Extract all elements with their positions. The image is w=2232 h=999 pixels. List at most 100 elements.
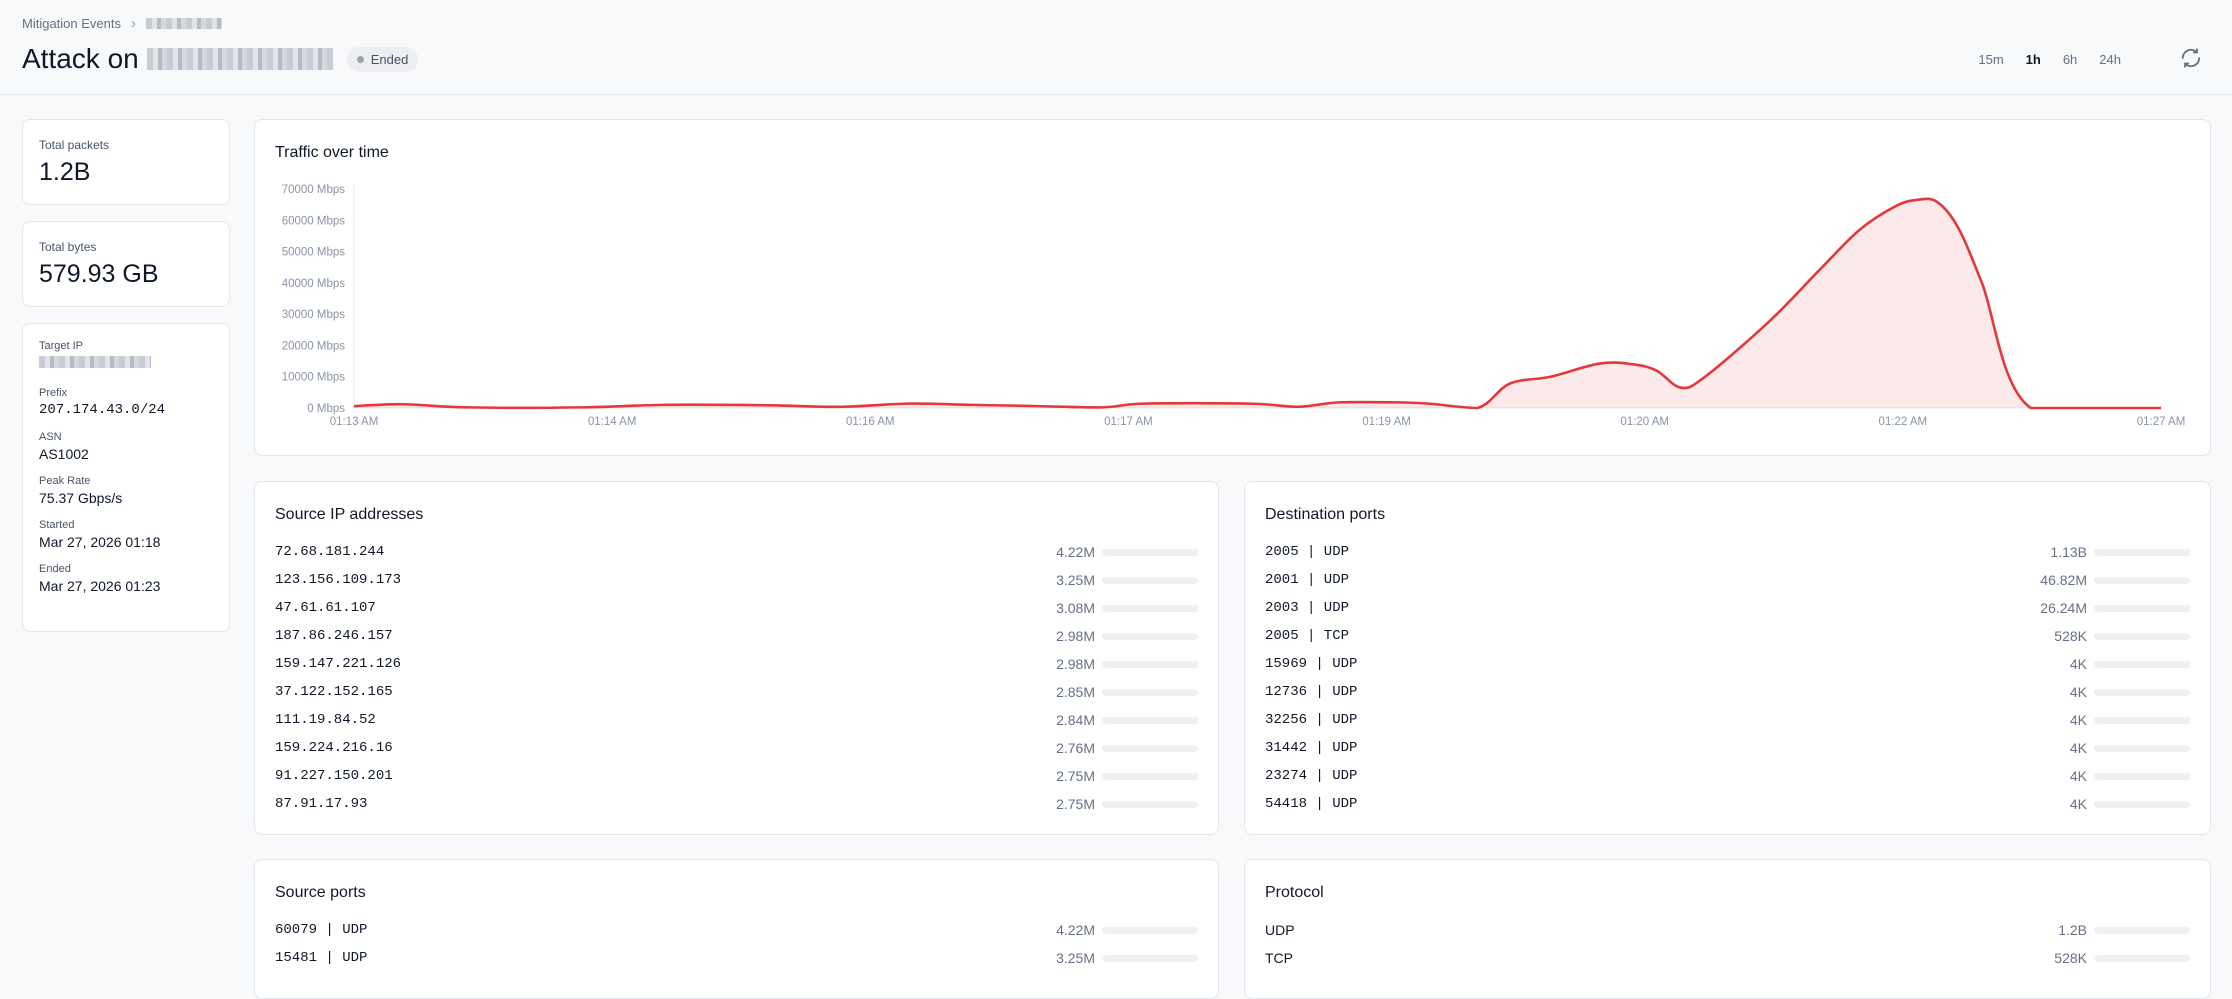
table-row: 60079 | UDP 4.22M: [275, 920, 1198, 940]
row-label: 87.91.17.93: [275, 796, 368, 812]
row-value: 3.25M: [1056, 572, 1095, 588]
row-label: 12736 | UDP: [1265, 684, 1358, 700]
table-row: 187.86.246.157 2.98M: [275, 626, 1198, 646]
table-row: 31442 | UDP 4K: [1265, 738, 2190, 758]
x-tick-label: 01:17 AM: [1104, 416, 1153, 428]
row-bar: [2094, 576, 2190, 584]
row-label: 32256 | UDP: [1265, 712, 1358, 728]
protocol-card: Protocol UDP 1.2B TCP 528K: [1244, 859, 2211, 999]
row-value: 528K: [2054, 628, 2087, 644]
page-title-row: Attack on Ended: [22, 43, 419, 75]
page-title-redacted-ip: [146, 48, 333, 70]
row-value: 2.98M: [1056, 656, 1095, 672]
x-tick-label: 01:22 AM: [1879, 416, 1928, 428]
row-label: 91.227.150.201: [275, 768, 393, 784]
row-bar: [1102, 576, 1198, 584]
row-label: 159.224.216.16: [275, 740, 393, 756]
time-range-24h[interactable]: 24h: [2088, 50, 2132, 69]
y-tick-label: 30000 Mbps: [282, 309, 346, 321]
row-label: 31442 | UDP: [1265, 740, 1358, 756]
prefix-field: Prefix 207.174.43.0/24: [39, 387, 213, 418]
row-value: 1.13B: [2050, 544, 2087, 560]
row-label: 60079 | UDP: [275, 922, 368, 938]
table-row: 2003 | UDP 26.24M: [1265, 598, 2190, 618]
row-value: 4K: [2069, 684, 2087, 700]
row-value: 4.22M: [1056, 544, 1095, 560]
row-label: 2005 | UDP: [1265, 544, 1350, 560]
prefix-value: 207.174.43.0/24: [39, 402, 166, 418]
time-range-1h[interactable]: 1h: [2015, 50, 2052, 69]
peak-rate-label: Peak Rate: [39, 475, 91, 487]
total-packets-label: Total packets: [39, 138, 110, 152]
table-row: 15969 | UDP 4K: [1265, 654, 2190, 674]
row-bar: [1102, 716, 1198, 724]
row-bar: [1102, 744, 1198, 752]
peak-rate-field: Peak Rate 75.37 Gbps/s: [39, 475, 213, 506]
row-bar: [1102, 548, 1198, 556]
prefix-label: Prefix: [39, 387, 68, 399]
traffic-area-fill: [354, 198, 2161, 408]
row-label: 111.19.84.52: [275, 712, 376, 728]
protocol-title: Protocol: [1265, 884, 1324, 901]
row-bar: [2094, 716, 2190, 724]
row-label: UDP: [1265, 922, 1295, 938]
table-row: 54418 | UDP 4K: [1265, 794, 2190, 814]
row-label: 159.147.221.126: [275, 656, 402, 672]
row-value: 4.22M: [1056, 922, 1095, 938]
destination-ports-title: Destination ports: [1265, 506, 1386, 523]
source-ip-title: Source IP addresses: [275, 506, 424, 523]
y-tick-label: 10000 Mbps: [282, 372, 346, 384]
y-tick-label: 60000 Mbps: [282, 215, 346, 227]
peak-rate-value: 75.37 Gbps/s: [39, 490, 123, 506]
table-row: 111.19.84.52 2.84M: [275, 710, 1198, 730]
row-value: 46.82M: [2040, 572, 2087, 588]
ended-field: Ended Mar 27, 2026 01:23: [39, 563, 213, 594]
row-bar: [2094, 772, 2190, 780]
row-bar: [1102, 660, 1198, 668]
refresh-icon[interactable]: [2180, 47, 2202, 69]
asn-field: ASN AS1002: [39, 431, 213, 462]
table-row: 87.91.17.93 2.75M: [275, 794, 1198, 814]
x-tick-label: 01:20 AM: [1620, 416, 1669, 428]
table-row: 2005 | TCP 528K: [1265, 626, 2190, 646]
traffic-chart: 0 Mbps 10000 Mbps 20000 Mbps 30000 Mbps 4000…: [282, 183, 2186, 428]
time-range-6h[interactable]: 6h: [2052, 50, 2088, 69]
row-bar: [2094, 744, 2190, 752]
row-value: 1.2B: [2058, 922, 2087, 938]
row-label: TCP: [1265, 950, 1293, 966]
table-row: 32256 | UDP 4K: [1265, 710, 2190, 730]
x-tick-label: 01:14 AM: [588, 416, 637, 428]
time-range-15m[interactable]: 15m: [1967, 50, 2014, 69]
row-bar: [2094, 604, 2190, 612]
breadcrumb-mitigation-events[interactable]: Mitigation Events: [22, 16, 121, 31]
row-bar: [2094, 954, 2190, 962]
row-bar: [1102, 632, 1198, 640]
total-packets-card: Total packets 1.2B: [22, 119, 230, 205]
table-row: 2001 | UDP 46.82M: [1265, 570, 2190, 590]
table-row: 23274 | UDP 4K: [1265, 766, 2190, 786]
row-value: 4K: [2069, 768, 2087, 784]
row-label: 187.86.246.157: [275, 628, 393, 644]
breadcrumb-redacted-ip: [146, 18, 222, 29]
attack-info-card: Target IP Prefix 207.174.43.0/24 ASN AS1…: [22, 323, 230, 632]
y-tick-label: 20000 Mbps: [282, 340, 346, 352]
started-label: Started: [39, 519, 75, 531]
total-bytes-card: Total bytes 579.93 GB: [22, 221, 230, 307]
page-title: Attack on: [22, 43, 139, 74]
traffic-chart-card: Traffic over time 0 Mbps 10000 Mbps 20000 …: [254, 119, 2211, 456]
table-row: 123.156.109.173 3.25M: [275, 570, 1198, 590]
table-row: 12736 | UDP 4K: [1265, 682, 2190, 702]
row-label: 23274 | UDP: [1265, 768, 1358, 784]
row-label: 2001 | UDP: [1265, 572, 1350, 588]
row-value: 2.85M: [1056, 684, 1095, 700]
row-bar: [2094, 660, 2190, 668]
row-bar: [2094, 548, 2190, 556]
row-label: 15969 | UDP: [1265, 656, 1358, 672]
y-tick-label: 40000 Mbps: [282, 278, 346, 290]
x-tick-label: 01:27 AM: [2137, 416, 2186, 428]
row-label: 47.61.61.107: [275, 600, 376, 616]
row-label: 37.122.152.165: [275, 684, 393, 700]
asn-value: AS1002: [39, 446, 89, 462]
row-bar: [1102, 772, 1198, 780]
row-value: 26.24M: [2040, 600, 2087, 616]
